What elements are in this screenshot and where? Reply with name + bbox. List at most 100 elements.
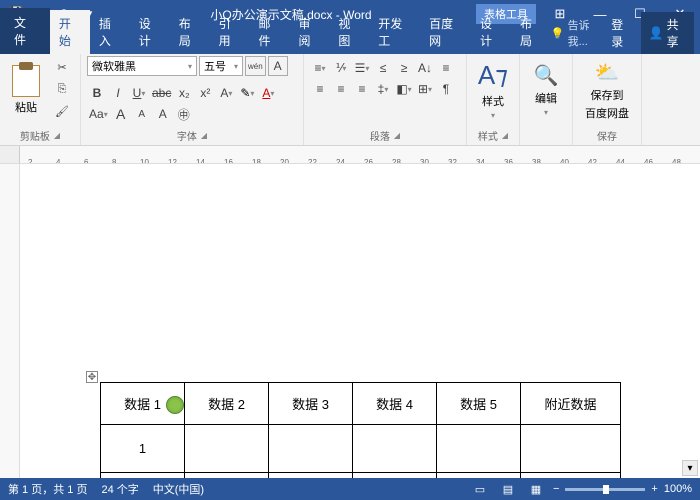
save-label: 保存 xyxy=(597,128,617,143)
read-mode[interactable]: ▭ xyxy=(469,481,491,497)
tell-me[interactable]: 💡告诉我... xyxy=(551,17,603,49)
table-design-tab[interactable]: 设计 xyxy=(471,10,511,54)
copy-button[interactable]: ⎘ xyxy=(52,80,72,98)
zoom-level[interactable]: 100% xyxy=(664,483,692,495)
font-color[interactable]: A▾ xyxy=(258,83,278,103)
cell[interactable] xyxy=(521,473,621,479)
table-layout-tab[interactable]: 布局 xyxy=(511,10,551,54)
text-effects[interactable]: A▾ xyxy=(216,83,236,103)
zoom-slider[interactable] xyxy=(565,488,645,491)
cloud-icon: ⛅ xyxy=(595,60,620,85)
share-button[interactable]: 👤共享 xyxy=(641,12,694,54)
align-left[interactable]: ≡ xyxy=(436,58,456,78)
cell[interactable] xyxy=(437,425,521,473)
font-size-combo[interactable]: 五号▾ xyxy=(199,56,243,76)
baidu-save-button[interactable]: ⛅ 保存到 百度网盘 xyxy=(579,56,635,124)
cell[interactable]: 1 xyxy=(101,425,185,473)
line-spacing[interactable]: ‡▾ xyxy=(373,79,393,99)
justify[interactable]: ≡ xyxy=(352,79,372,99)
zoom-in[interactable]: + xyxy=(651,483,657,495)
cut-button[interactable]: ✂ xyxy=(52,58,72,76)
enclose-char[interactable]: ㊥ xyxy=(174,104,194,124)
borders-button[interactable]: ⊞▾ xyxy=(415,79,435,99)
shading-button[interactable]: ◧▾ xyxy=(394,79,414,99)
home-tab[interactable]: 开始 xyxy=(50,10,90,54)
cell[interactable]: 2 xyxy=(101,473,185,479)
clipboard-launcher[interactable]: ◢ xyxy=(54,131,60,140)
layout-tab[interactable]: 布局 xyxy=(170,10,210,54)
cell[interactable] xyxy=(269,473,353,479)
paste-button[interactable]: 粘贴 xyxy=(6,56,46,124)
header-cell[interactable]: 数据 3 xyxy=(269,383,353,425)
baidu-tab[interactable]: 百度网 xyxy=(420,10,471,54)
share-icon: 👤 xyxy=(649,26,664,40)
references-tab[interactable]: 引用 xyxy=(210,10,250,54)
styles-launcher[interactable]: ◢ xyxy=(502,131,508,140)
header-cell[interactable]: 附近数据 xyxy=(521,383,621,425)
char-shading[interactable]: Aa▾ xyxy=(87,104,110,124)
view-tab[interactable]: 视图 xyxy=(329,10,369,54)
clear-format[interactable]: A xyxy=(153,104,173,124)
review-tab[interactable]: 审阅 xyxy=(289,10,329,54)
bold-button[interactable]: B xyxy=(87,83,107,103)
cell[interactable] xyxy=(185,473,269,479)
paragraph-label: 段落 xyxy=(370,128,390,143)
cell[interactable] xyxy=(353,425,437,473)
find-icon: 🔍 xyxy=(534,63,559,88)
font-launcher[interactable]: ◢ xyxy=(201,131,207,140)
cell[interactable] xyxy=(185,425,269,473)
superscript-button[interactable]: x² xyxy=(195,83,215,103)
underline-button[interactable]: U▾ xyxy=(129,83,149,103)
page-status[interactable]: 第 1 页，共 1 页 xyxy=(8,481,87,497)
web-layout[interactable]: ▦ xyxy=(525,481,547,497)
cell[interactable] xyxy=(353,473,437,479)
edit-button[interactable]: 🔍 编辑▾ xyxy=(526,56,566,124)
decrease-indent[interactable]: ≤ xyxy=(373,58,393,78)
bulb-icon: 💡 xyxy=(551,27,565,40)
zoom-out[interactable]: − xyxy=(553,483,559,495)
grow-font[interactable]: A xyxy=(111,104,131,124)
document-page[interactable]: ✥ 数据 1 数据 2 数据 3 数据 4 数据 5 附近数据 1 2 3 5 … xyxy=(20,164,700,478)
cell[interactable] xyxy=(437,473,521,479)
numbering-button[interactable]: ⅟▾ xyxy=(331,58,351,78)
horizontal-ruler[interactable]: 2468101214161820222426283032343638404244… xyxy=(0,146,700,164)
format-painter[interactable]: 🖌 xyxy=(52,102,72,120)
sort-button[interactable]: A↓ xyxy=(415,58,435,78)
header-cell[interactable]: 数据 5 xyxy=(437,383,521,425)
login-link[interactable]: 登录 xyxy=(611,16,632,50)
cell[interactable] xyxy=(269,425,353,473)
header-cell[interactable]: 数据 4 xyxy=(353,383,437,425)
mailings-tab[interactable]: 邮件 xyxy=(250,10,290,54)
table-move-handle[interactable]: ✥ xyxy=(86,371,98,383)
align-center[interactable]: ≡ xyxy=(310,79,330,99)
styles-icon: A⁊ xyxy=(478,60,508,91)
bullets-button[interactable]: ≡▾ xyxy=(310,58,330,78)
char-border[interactable]: A xyxy=(268,56,288,76)
vertical-ruler[interactable] xyxy=(0,164,20,478)
developer-tab[interactable]: 开发工 xyxy=(369,10,420,54)
file-tab[interactable]: 文件 xyxy=(0,8,50,54)
italic-button[interactable]: I xyxy=(108,83,128,103)
increase-indent[interactable]: ≥ xyxy=(394,58,414,78)
word-count[interactable]: 24 个字 xyxy=(101,481,138,497)
styles-button[interactable]: A⁊ 样式▾ xyxy=(473,56,513,124)
font-name-combo[interactable]: 微软雅黑▾ xyxy=(87,56,197,76)
print-layout[interactable]: ▤ xyxy=(497,481,519,497)
highlight-button[interactable]: ✎▾ xyxy=(237,83,257,103)
subscript-button[interactable]: x₂ xyxy=(174,83,194,103)
show-marks[interactable]: ¶ xyxy=(436,79,456,99)
strike-button[interactable]: abc xyxy=(150,83,173,103)
design-tab[interactable]: 设计 xyxy=(130,10,170,54)
scroll-down-icon[interactable]: ▾ xyxy=(682,460,698,476)
shrink-font[interactable]: A xyxy=(132,104,152,124)
multilevel-button[interactable]: ☰▾ xyxy=(352,58,372,78)
language-status[interactable]: 中文(中国) xyxy=(153,481,204,497)
header-cell[interactable]: 数据 2 xyxy=(185,383,269,425)
insert-tab[interactable]: 插入 xyxy=(90,10,130,54)
align-right[interactable]: ≡ xyxy=(331,79,351,99)
table-row[interactable]: 2 xyxy=(101,473,621,479)
phonetic-guide[interactable]: wén xyxy=(245,56,266,76)
para-launcher[interactable]: ◢ xyxy=(394,131,400,140)
cell[interactable] xyxy=(521,425,621,473)
table-row[interactable]: 1 xyxy=(101,425,621,473)
